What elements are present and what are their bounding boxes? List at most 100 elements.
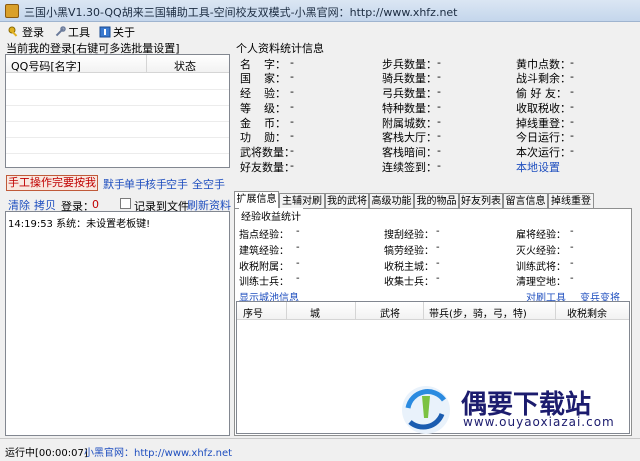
- key-icon: [8, 26, 18, 37]
- stat-generals-value: -: [290, 144, 294, 157]
- site-link[interactable]: 小黑官网：http://www.xhfz.net: [84, 444, 232, 459]
- action-link-1[interactable]: 默手: [103, 176, 125, 192]
- col-general[interactable]: 武将: [380, 305, 400, 320]
- col-separator: [555, 302, 556, 320]
- exp-collect-value: -: [436, 273, 440, 284]
- list-row-line: [6, 105, 229, 106]
- tab-generals[interactable]: 我的武将: [325, 193, 369, 209]
- col-separator: [146, 55, 147, 73]
- stat-today-label: 今日运行：: [516, 131, 571, 144]
- stat-exp-label: 经: [240, 87, 251, 100]
- exp-guide-value: -: [296, 226, 300, 237]
- col-qq[interactable]: QQ号码[名字]: [11, 58, 81, 74]
- list-row-line: [6, 137, 229, 138]
- stat-steal-value: -: [570, 85, 574, 98]
- app-icon: [5, 4, 19, 18]
- col-separator: [355, 302, 356, 320]
- stat-level-value: -: [290, 100, 294, 113]
- tab-relogin[interactable]: 掉线重登: [548, 193, 594, 209]
- stat-merit-value: -: [290, 129, 294, 142]
- tab-messages[interactable]: 留言信息: [503, 193, 548, 209]
- col-index[interactable]: 序号: [243, 305, 263, 320]
- stat-inn-hall-label: 客栈大厅：: [382, 131, 437, 144]
- exp-build-label: 建筑经验：: [239, 246, 289, 257]
- log-box[interactable]: 14:19:53 系统：未设置老板键!: [5, 211, 230, 436]
- stat-friends-value: -: [290, 159, 294, 172]
- stat-merit-suffix: 勋：: [264, 131, 286, 144]
- stat-infantry-value: -: [437, 56, 441, 69]
- exp-reward-value: -: [436, 242, 440, 253]
- stat-tax-label: 收取税收：: [516, 102, 571, 115]
- stat-country-value: -: [290, 70, 294, 83]
- stat-signin-value: -: [437, 159, 441, 172]
- stat-friends-label: 好友数量：: [240, 161, 295, 174]
- manual-operation-button[interactable]: 手工操作完要按我: [6, 175, 98, 191]
- accounts-list[interactable]: QQ号码[名字] 状态: [5, 54, 230, 168]
- exp-fire-value: -: [570, 242, 574, 253]
- stat-relogin-value: -: [570, 115, 574, 128]
- stat-battle-value: -: [570, 70, 574, 83]
- menu-bar: 登录 工具 关于: [0, 22, 640, 40]
- stat-inn-hall-value: -: [437, 129, 441, 142]
- stat-inn-secret-value: -: [437, 144, 441, 157]
- stat-merit-label: 功: [240, 131, 251, 144]
- stat-generals-label: 武将数量：: [240, 146, 295, 159]
- exp-hire-value: -: [570, 226, 574, 237]
- exp-tax-sub-value: -: [296, 258, 300, 269]
- stat-cavalry-value: -: [437, 70, 441, 83]
- stat-name-value: -: [290, 56, 294, 69]
- tab-brush[interactable]: 主辅对刷: [279, 193, 325, 209]
- stat-inn-secret-label: 客栈暗间：: [382, 146, 437, 159]
- about-icon: [99, 26, 111, 38]
- exp-train-soldier-value: -: [296, 273, 300, 284]
- tab-friends[interactable]: 好友列表: [459, 193, 503, 209]
- menu-tools-label: 工具: [68, 26, 90, 39]
- menu-login[interactable]: 登录: [8, 24, 44, 39]
- stat-gold-value: -: [290, 115, 294, 128]
- local-settings-link[interactable]: 本地设置: [516, 159, 560, 175]
- tab-advanced[interactable]: 高级功能: [369, 193, 414, 209]
- stat-steal-label: 偷 好 友：: [516, 87, 567, 100]
- action-link-4[interactable]: 空手: [166, 176, 188, 192]
- exp-loot-value: -: [436, 226, 440, 237]
- col-troops[interactable]: 带兵(步，骑，弓，特): [429, 305, 527, 320]
- stat-archer-value: -: [437, 85, 441, 98]
- exp-build-value: -: [296, 242, 300, 253]
- col-separator: [423, 302, 424, 320]
- stat-archer-label: 弓兵数量：: [382, 87, 437, 100]
- window-title: 三国小黑V1.30-QQ胡来三国辅助工具-空间校友双模式-小黑官网：http:/…: [24, 6, 458, 19]
- stat-yellow-value: -: [570, 56, 574, 69]
- exp-train-general-value: -: [570, 258, 574, 269]
- action-link-3[interactable]: 核手: [145, 176, 167, 192]
- exp-tax-main-value: -: [436, 258, 440, 269]
- list-row-line: [6, 153, 229, 154]
- login-count: 0: [92, 198, 99, 211]
- tab-items[interactable]: 我的物品: [414, 193, 459, 209]
- watermark-sub: www.ouyaoxiazai.com: [463, 415, 615, 429]
- exp-loot-label: 搜刮经验：: [384, 230, 434, 241]
- exp-tax-sub-label: 收税附属：: [239, 262, 289, 273]
- stat-battle-label: 战斗剩余：: [516, 72, 571, 85]
- exp-tax-main-label: 收税主城：: [384, 262, 434, 273]
- exp-train-general-label: 训练武将：: [516, 262, 566, 273]
- col-separator: [286, 302, 287, 320]
- exp-reward-label: 犒劳经验：: [384, 246, 434, 257]
- stat-subcity-value: -: [437, 115, 441, 128]
- list-row-line: [6, 121, 229, 122]
- status-bar: 运行中[00:00:07] 小黑官网：http://www.xhfz.net: [0, 438, 640, 461]
- action-link-2[interactable]: 单手: [124, 176, 146, 192]
- exp-collect-label: 收集士兵：: [384, 277, 434, 288]
- exp-clear-label: 清理空地：: [516, 277, 566, 288]
- menu-about[interactable]: 关于: [99, 24, 135, 39]
- stat-today-value: -: [570, 129, 574, 142]
- action-link-5[interactable]: 全空手: [192, 176, 225, 192]
- col-city[interactable]: 城: [310, 305, 320, 320]
- stat-special-label: 特种数量：: [382, 102, 437, 115]
- record-to-file-checkbox[interactable]: [120, 198, 131, 209]
- stat-country-label: 国: [240, 72, 251, 85]
- col-status[interactable]: 状态: [174, 58, 196, 74]
- col-tax-left[interactable]: 收税剩余: [567, 305, 607, 320]
- stat-session-label: 本次运行：: [516, 146, 571, 159]
- stat-special-value: -: [437, 100, 441, 113]
- menu-tools[interactable]: 工具: [54, 24, 90, 39]
